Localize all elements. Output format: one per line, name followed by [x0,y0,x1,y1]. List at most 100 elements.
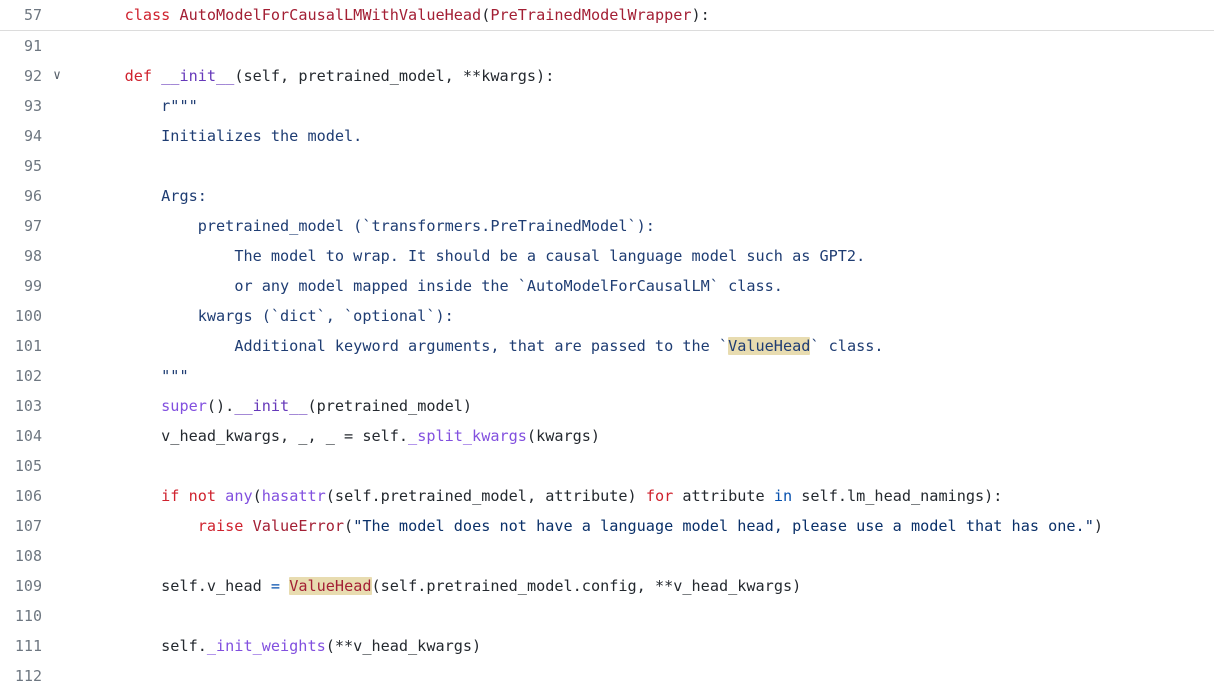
code-content: The model to wrap. It should be a causal… [88,241,865,271]
code-content: def __init__(self, pretrained_model, **k… [88,61,555,91]
line-number: 105 [14,457,42,475]
code-line[interactable]: 99 or any model mapped inside the `AutoM… [0,271,1214,301]
code-token: _init_weights [206,637,326,655]
code-token: v_head_kwargs, _, _ = self. [161,427,409,445]
code-token: (self, pretrained_model, **kwargs): [234,67,555,85]
code-line[interactable]: 105 [0,451,1214,481]
line-number: 97 [23,217,42,235]
code-line[interactable]: 107 raise ValueError("The model does not… [0,511,1214,541]
line-number: 111 [14,637,42,655]
code-line[interactable]: 92 ∨ def __init__(self, pretrained_model,… [0,61,1214,91]
line-number: 91 [23,37,42,55]
code-content: pretrained_model (`transformers.PreTrain… [88,211,655,241]
code-token: any [225,487,253,505]
code-token: for [645,487,674,505]
search-match-highlight: ValueHead [289,577,372,595]
code-content: if not any(hasattr(self.pretrained_model… [88,481,1002,511]
line-number: 92 [23,67,42,85]
code-editor[interactable]: 57 class AutoModelForCausalLMWithValueHe… [0,0,1214,685]
code-token: Args: [161,187,207,205]
code-content: or any model mapped inside the `AutoMode… [88,271,783,301]
code-token: def [124,67,162,85]
line-number: 107 [14,517,42,535]
code-content: Additional keyword arguments, that are p… [88,331,884,361]
code-content: r""" [88,91,198,121]
code-lines-container[interactable]: 91 92 ∨ def __init__(self, pretrained_mode… [0,31,1214,691]
line-number: 57 [23,6,42,24]
code-line[interactable]: 95 [0,151,1214,181]
code-line[interactable]: 98 The model to wrap. It should be a cau… [0,241,1214,271]
code-line[interactable]: 94 Initializes the model. [0,121,1214,151]
code-token: (self.pretrained_model.config, **v_head_… [371,577,802,595]
line-number: 96 [23,187,42,205]
code-token: kwargs (`dict`, `optional`): [197,307,454,325]
line-number: 101 [14,337,42,355]
code-token: (self.pretrained_model, attribute) [325,487,646,505]
code-line[interactable]: 100 kwargs (`dict`, `optional`): [0,301,1214,331]
line-number: 98 [23,247,42,265]
code-token: ( [481,6,491,24]
code-token: self. [161,637,207,655]
code-token: ( [344,517,354,535]
code-token: ) [1093,517,1103,535]
code-line[interactable]: 97 pretrained_model (`transformers.PreTr… [0,211,1214,241]
code-token: raise [197,517,253,535]
code-token: AutoModelForCausalLMWithValueHead [179,6,482,24]
line-number: 102 [14,367,42,385]
code-token: self.v_head [161,577,271,595]
code-line[interactable]: 110 [0,601,1214,631]
code-token: pretrained_model (`transformers.PreTrain… [197,217,655,235]
code-token: """ [161,367,189,385]
code-line[interactable]: 108 [0,541,1214,571]
code-token: self.lm_head_namings): [792,487,1003,505]
code-token: = [270,577,281,595]
code-token: __init__ [161,67,235,85]
code-line[interactable]: 103 super().__init__(pretrained_model) [0,391,1214,421]
code-token: __init__ [234,397,308,415]
code-line[interactable]: 96 Args: [0,181,1214,211]
code-token: in [773,487,793,505]
code-line[interactable]: 106 if not any(hasattr(self.pretrained_m… [0,481,1214,511]
code-line[interactable]: 91 [0,31,1214,61]
code-content: kwargs (`dict`, `optional`): [88,301,454,331]
code-line[interactable]: 111 self._init_weights(**v_head_kwargs) [0,631,1214,661]
code-token: "The model does not have a language mode… [353,517,1094,535]
line-number: 100 [14,307,42,325]
line-number: 112 [14,667,42,685]
sticky-header-code: class AutoModelForCausalLMWithValueHead(… [88,0,710,30]
code-token: PreTrainedModelWrapper [490,6,692,24]
code-token: (). [206,397,235,415]
code-line[interactable]: 104 v_head_kwargs, _, _ = self._split_kw… [0,421,1214,451]
chevron-down-icon[interactable]: ∨ [48,61,66,91]
code-line[interactable]: 112 [0,661,1214,691]
code-line[interactable]: 101 Additional keyword arguments, that a… [0,331,1214,361]
line-number: 95 [23,157,42,175]
code-token: _split_kwargs [408,427,527,445]
code-content: Args: [88,181,207,211]
code-token: The model to wrap. It should be a causal… [234,247,866,265]
code-content: v_head_kwargs, _, _ = self._split_kwargs… [88,421,600,451]
code-line[interactable]: 93 r""" [0,91,1214,121]
sticky-scroll-header[interactable]: 57 class AutoModelForCausalLMWithValueHe… [0,0,1214,30]
line-number: 104 [14,427,42,445]
code-token: r""" [161,97,198,115]
code-line[interactable]: 109 self.v_head = ValueHead(self.pretrai… [0,571,1214,601]
code-content: """ [88,361,189,391]
code-line[interactable]: 102 """ [0,361,1214,391]
code-content: self._init_weights(**v_head_kwargs) [88,631,481,661]
line-number: 108 [14,547,42,565]
